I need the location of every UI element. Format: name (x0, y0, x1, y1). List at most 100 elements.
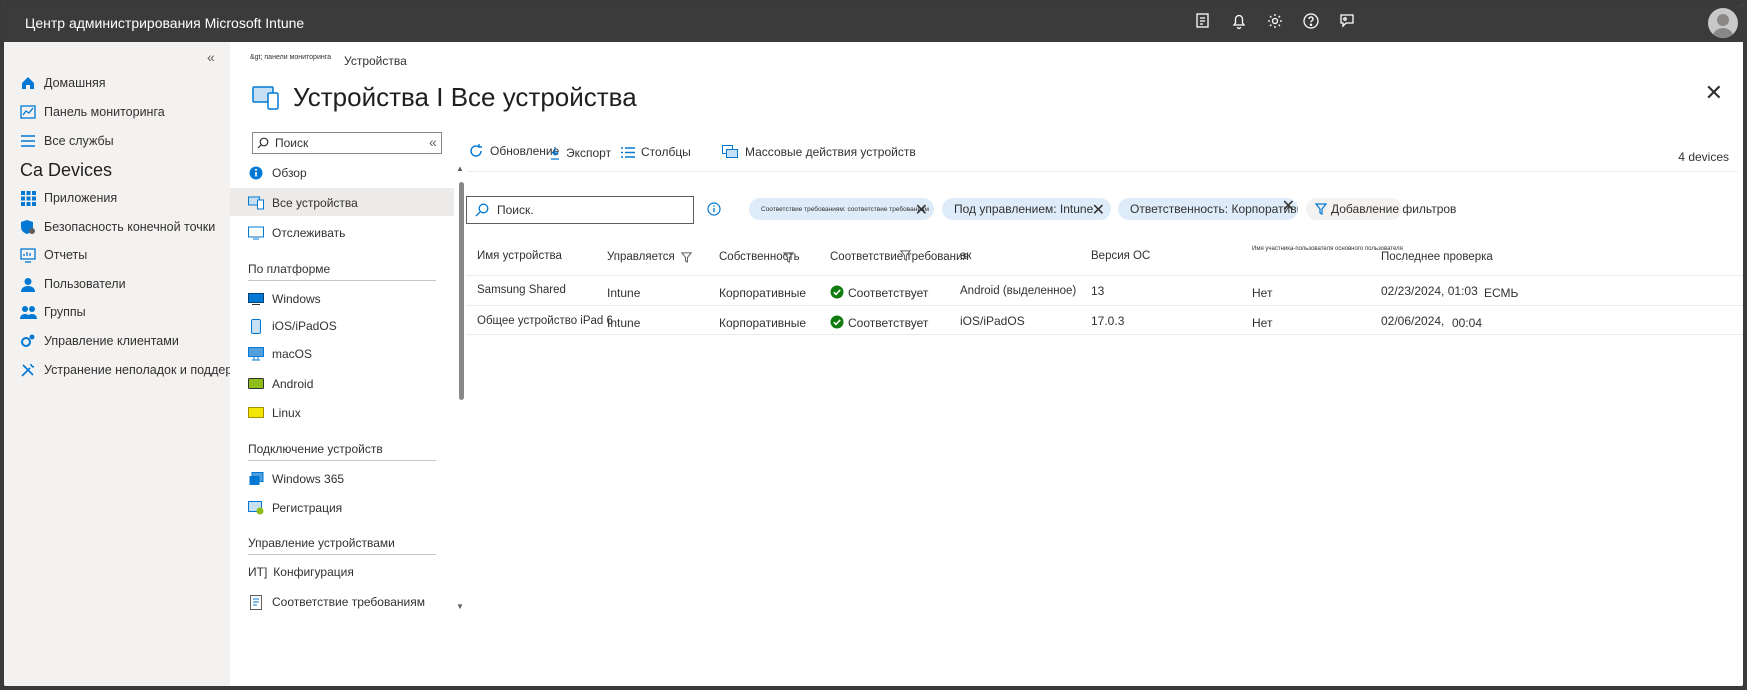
close-icon[interactable]: ✕ (1705, 80, 1723, 106)
filter-icon[interactable] (899, 248, 912, 266)
add-filter-button[interactable]: Добавление фильтров (1306, 198, 1456, 220)
menu-item-all-devices[interactable]: Все устройства (248, 191, 358, 215)
col-os-version[interactable]: Версия ОС (1091, 250, 1150, 262)
nav-item-all-services[interactable]: Все службы (18, 130, 114, 152)
menu-search-placeholder: Поиск (275, 136, 309, 150)
nav-item-label: Все службы (44, 134, 114, 148)
top-bar: Центр администрирования Microsoft Intune (4, 4, 1743, 42)
col-device-name[interactable]: Имя устройства (477, 250, 562, 262)
compliance-status: Соответствует (848, 316, 929, 330)
device-search-input[interactable]: Поиск. (466, 196, 694, 224)
nav-item-endpoint-security[interactable]: Безопасность конечной точки (18, 216, 215, 238)
menu-item-label: Регистрация (272, 501, 343, 515)
breadcrumb[interactable]: &gt; панели мониторинга (250, 54, 331, 61)
menu-item-android[interactable]: Android (248, 372, 313, 396)
remove-filter-icon[interactable]: ✕ (915, 200, 928, 220)
cell-os: iOS/iPadOS (960, 314, 1025, 328)
nav-item-groups[interactable]: Группы (18, 301, 86, 323)
bulk-actions-button[interactable]: Массовые действия устройств (722, 145, 916, 159)
menu-search-input[interactable]: Поиск (252, 132, 442, 154)
remove-filter-icon[interactable]: ✕ (1282, 198, 1295, 216)
filter-pill-ownership[interactable]: Ответственность: Корпоративная ✕ (1118, 198, 1298, 220)
menu-item-ios[interactable]: iOS/iPadOS (248, 314, 337, 338)
nav-item-reports[interactable]: Отчеты (18, 244, 87, 266)
chat-icon[interactable] (1338, 12, 1360, 34)
cell-managed-by: Intune (607, 286, 641, 300)
cell-ownership: Корпоративные (719, 316, 807, 330)
filter-label: Ответственность: Корпоративная (1130, 202, 1298, 216)
device-count-label: devices (1688, 150, 1729, 164)
remove-filter-icon[interactable]: ✕ (1092, 200, 1105, 220)
columns-button[interactable]: Столбцы (620, 145, 691, 159)
export-button[interactable]: Экспорт (550, 146, 611, 160)
nav-item-tenant-admin[interactable]: Управление клиентами (18, 330, 179, 352)
macos-icon (248, 346, 264, 362)
divider (248, 460, 436, 461)
menu-item-enrollment[interactable]: Регистрация (248, 496, 342, 520)
info-icon[interactable] (707, 202, 721, 221)
filter-label: Соответствие требованиям: соответствие т… (761, 205, 929, 213)
cell-device-name[interactable]: Samsung Shared (477, 284, 566, 296)
cell-device-name[interactable]: Общее устройство iPad 6 (477, 315, 613, 327)
cell-os: Android (выделенное) (960, 285, 1077, 297)
menu-item-windows365[interactable]: Windows 365 (248, 467, 344, 491)
device-search-placeholder: Поиск. (497, 203, 534, 217)
menu-item-overview[interactable]: Обзор (248, 161, 307, 185)
download-icon (550, 146, 560, 160)
filter-icon[interactable] (782, 250, 795, 268)
nav-item-label: Панель мониторинга (44, 105, 165, 119)
cell-last-check-in-time: 00:04 (1452, 316, 1483, 330)
nav-item-apps[interactable]: Приложения (18, 187, 117, 209)
feedback-icon[interactable] (1194, 12, 1216, 34)
nav-item-users[interactable]: Пользователи (18, 273, 126, 295)
menu-item-configuration[interactable]: ИТ] Конфигурация (248, 560, 354, 584)
menu-scrollbar[interactable] (459, 182, 464, 400)
menu-item-monitor[interactable]: Отслеживать (248, 221, 345, 245)
compliance-status: Соответствует (848, 286, 929, 300)
filter-pill-managed-by[interactable]: Под управлением: Intune ✕ (942, 198, 1111, 220)
menu-item-compliance[interactable]: Соответствие требованиям (248, 590, 425, 614)
gear-icon[interactable] (1266, 12, 1288, 34)
collapse-nav-button[interactable]: « (207, 49, 215, 65)
scroll-up-arrow[interactable]: ▲ (456, 164, 464, 173)
nav-section-title[interactable]: Ca Devices (20, 160, 112, 181)
cell-primary-user-upn: Нет (1252, 316, 1273, 330)
avatar[interactable] (1708, 8, 1738, 38)
android-icon (248, 376, 264, 392)
cell-compliance: Соответствует (830, 313, 928, 330)
refresh-button[interactable]: Обновление (468, 143, 559, 159)
scroll-down-arrow[interactable]: ▼ (456, 602, 464, 611)
cell-last-check-in: 02/06/2024, (1381, 314, 1445, 328)
help-icon[interactable] (1302, 12, 1324, 34)
col-os[interactable]: ак (960, 250, 971, 262)
nav-item-label: Приложения (44, 191, 118, 205)
menu-item-label: Linux (272, 406, 301, 420)
cell-os-version: 13 (1091, 284, 1105, 298)
filter-pill-compliance[interactable]: Соответствие требованиям: соответствие т… (749, 198, 934, 220)
config-icon: ИТ] (248, 565, 268, 579)
nav-item-home[interactable]: Домашняя (18, 72, 106, 94)
col-managed-by[interactable]: Управляется (607, 251, 675, 263)
menu-item-label: Windows 365 (272, 472, 345, 486)
breadcrumb-current[interactable]: Устройства (344, 54, 407, 68)
compliance-icon (248, 594, 264, 610)
section-by-platform: По платформе (248, 262, 331, 276)
info-icon (248, 165, 264, 181)
search-icon (475, 203, 489, 217)
nav-item-label: Отчеты (44, 248, 88, 262)
nav-item-troubleshooting[interactable]: Устранение неполадок и поддержка (18, 359, 253, 381)
col-last-check-in[interactable]: Последнее проверка (1381, 251, 1493, 263)
menu-item-windows[interactable]: Windows (248, 287, 321, 311)
dashboard-icon (18, 103, 38, 121)
menu-item-label: Конфигурация (273, 565, 354, 579)
home-icon (18, 74, 38, 92)
collapse-menu-button[interactable]: « (429, 134, 437, 150)
menu-item-linux[interactable]: Linux (248, 401, 301, 425)
filter-icon[interactable] (680, 250, 693, 268)
nav-item-dashboard[interactable]: Панель мониторинга (18, 101, 165, 123)
bell-icon[interactable] (1230, 12, 1252, 34)
cell-ownership: Корпоративные (719, 286, 807, 300)
search-icon (257, 137, 269, 149)
menu-item-macos[interactable]: macOS (248, 342, 312, 366)
menu-item-label: Все устройства (272, 196, 358, 210)
